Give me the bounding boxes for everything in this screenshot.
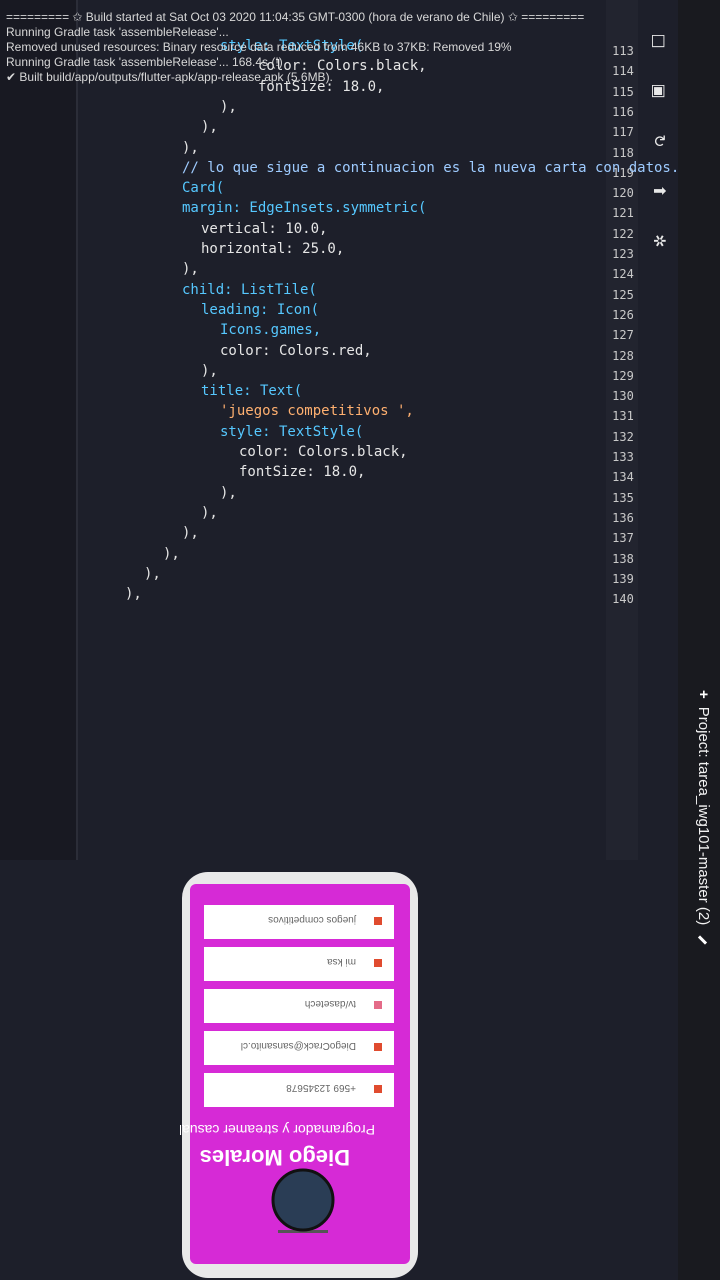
line-number: 123 [612,247,634,261]
home-icon [374,959,382,967]
line-number: 126 [612,307,634,322]
code-line: color: Colors.black, [239,444,408,460]
code-line: ), [201,362,218,379]
build-console: ========= ✩ Build started at Sat Oct 03 … [0,0,584,860]
console-line: ========= ✩ Build started at Sat Oct 03 … [6,10,585,24]
line-number: 114 [612,64,634,79]
profile-name: Diego Morales [200,1145,350,1170]
console-line: Running Gradle task 'assembleRelease'... [6,25,229,39]
console-line: ✔ Built build/app/outputs/flutter-apk/ap… [6,70,333,84]
line-number: 115 [612,84,634,99]
console-line: Removed unused resources: Binary resourc… [6,40,512,54]
info-card-text: juegos competitivos [268,914,357,925]
line-number: 128 [612,348,634,363]
code-line: style: TextStyle( [220,423,364,440]
plugin-icon[interactable]: ✲ [648,230,670,252]
code-line: fontSize: 18.0, [239,464,366,481]
info-card-text: DiegoCrack@sansanito.cl [241,1040,356,1051]
landscape-screen: + Project: tarea_iwg101-master (2) □ ▣ ↻ … [0,0,720,1280]
phone-icon [374,1085,382,1093]
line-number-gutter: 113 114 115 116 117 118 119 120 121 122 123 124 125 1… [605,0,638,860]
line-number: 135 [612,490,634,505]
phone-preview: Diego Morales Programador y streamer casu… [180,872,418,1278]
code-line: ), [182,525,199,542]
line-number: 139 [612,571,634,586]
line-number: 118 [612,145,634,160]
code-line: ), [182,261,199,278]
code-line: Card( [182,180,225,197]
line-number: 117 [612,125,634,140]
line-number: 121 [612,206,634,221]
project-title-text: Project: tarea_iwg101-master (2) [695,706,712,926]
upload-icon[interactable]: ⬆ [648,180,670,202]
code-line: child: ListTile( [182,281,317,298]
code-line: ), [201,119,218,136]
code-line: leading: Icon( [201,301,320,318]
profile-subtitle: Programador y streamer casual [180,1122,375,1138]
code-editor[interactable]: style: TextStyle( color: Colors.black, fon… [66,0,679,860]
line-number: 130 [612,389,634,404]
line-number: 113 [612,44,634,58]
line-number: 116 [612,104,634,119]
code-line: vertical: 10.0, [201,220,328,237]
code-line: Icons.games, [220,322,322,339]
code-line: margin: EdgeInsets.symmetric( [182,200,427,217]
line-number: 120 [612,186,634,201]
line-number: 134 [612,470,634,485]
title-bar: + Project: tarea_iwg101-master (2) [678,0,720,1280]
console-line: Running Gradle task 'assembleRelease'...… [6,55,283,69]
line-number: 137 [612,531,634,546]
code-line: ), [220,98,237,115]
info-card-text: +569 12345678 [286,1082,356,1093]
square-icon[interactable]: □ [648,30,670,52]
line-number: 136 [612,510,634,525]
games-icon [374,917,382,925]
twitch-icon [374,1001,382,1009]
project-title[interactable]: + Project: tarea_iwg101-master (2) [695,690,712,945]
code-line: ), [182,139,199,156]
add-icon[interactable]: + [695,690,712,699]
code-line: ), [201,504,218,521]
info-card [204,947,394,981]
refresh-icon[interactable]: ↻ [648,130,670,152]
code-line: ), [125,586,142,603]
edit-icon[interactable] [698,935,708,945]
line-number: 131 [612,409,634,424]
avatar [271,1168,335,1232]
line-number: 140 [612,592,634,607]
code-line: ), [163,545,180,562]
code-line: ), [144,565,161,582]
info-card-text: mi ksa [327,956,356,967]
line-number: 129 [612,368,634,383]
code-line: horizontal: 25.0, [201,241,345,257]
code-line: 'juegos competitivos ', [220,403,414,420]
save-icon[interactable]: ▣ [648,80,670,102]
line-number: 132 [612,429,634,444]
code-line: title: Text( [201,383,303,400]
mail-icon [374,1043,382,1051]
toolbar: □ ▣ ↻ ⬆ ✲ [638,0,678,300]
line-number: 125 [612,287,634,302]
code-line: color: Colors.red, [220,342,372,359]
code-line: // lo que sigue a continuacion es la nue… [182,159,680,176]
info-card-text: tv/dasetech [305,998,356,1009]
line-number: 122 [612,226,634,241]
line-number: 133 [612,450,634,464]
line-number: 138 [612,551,634,566]
line-number: 124 [612,267,634,282]
code-line: ), [220,484,237,501]
line-number: 127 [612,328,634,343]
info-card [204,989,394,1023]
